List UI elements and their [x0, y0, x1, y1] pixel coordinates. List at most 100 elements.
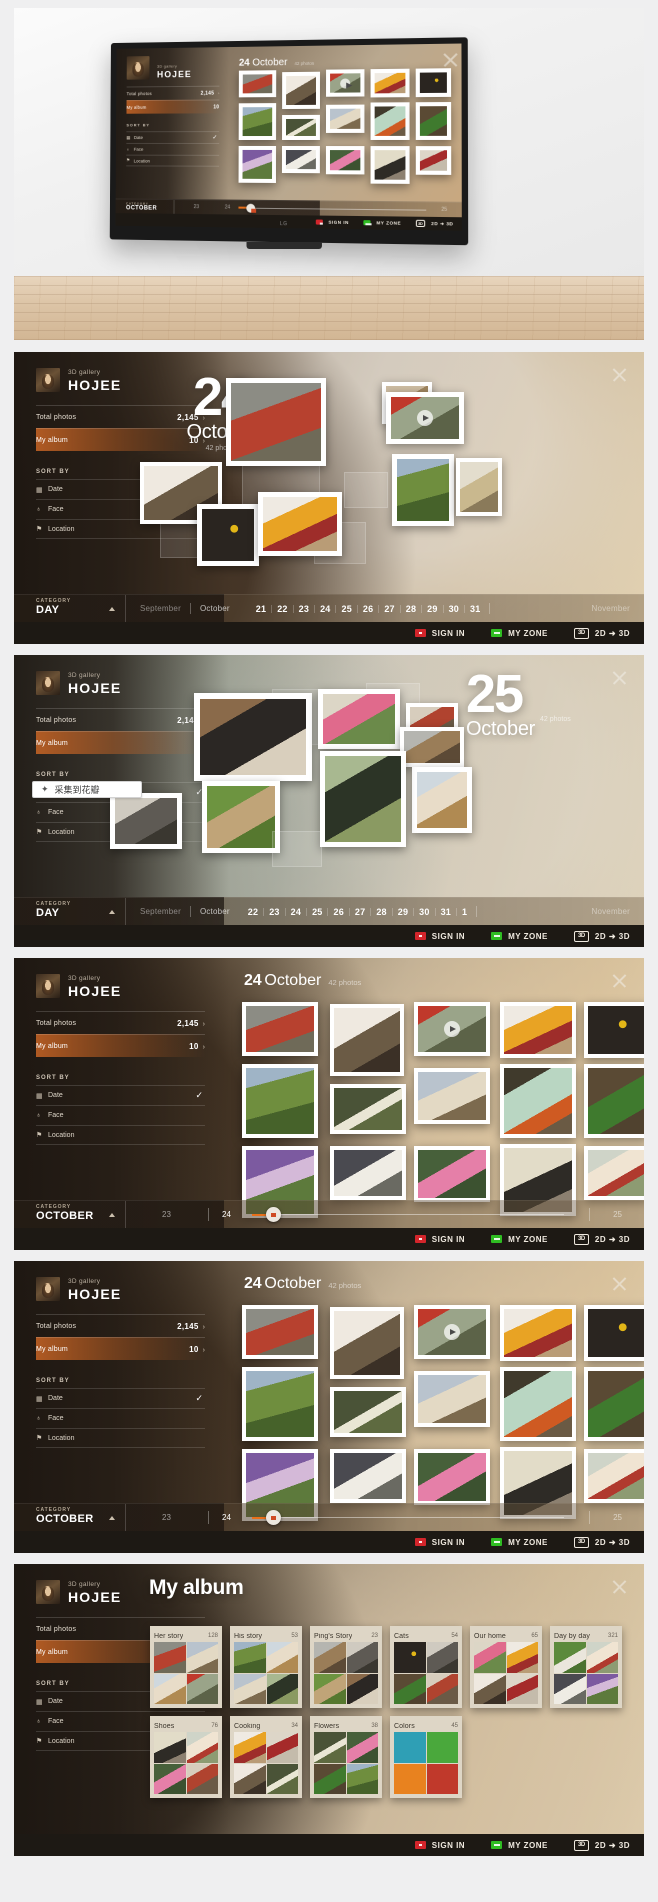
album-card[interactable]: Flowers 38 [310, 1716, 382, 1798]
mode-toggle-button[interactable]: 3D 2D ➜ 3D [573, 1839, 630, 1851]
timeline-day[interactable]: 30 [449, 604, 459, 614]
photo-thumbnail[interactable] [414, 1002, 490, 1056]
timeline-month-current[interactable]: October [200, 907, 230, 916]
tick-mid[interactable]: 24 [222, 1210, 231, 1219]
photo-thumbnail[interactable] [414, 1449, 490, 1505]
album-card[interactable]: Ping's Story 23 [310, 1626, 382, 1708]
sign-in-button[interactable]: SIGN IN [414, 1235, 465, 1244]
timeline-slider-knob[interactable] [246, 203, 256, 213]
my-zone-button[interactable]: MY ZONE [491, 629, 548, 638]
photo-thumbnail[interactable] [238, 103, 277, 141]
sort-option-date[interactable]: ▦ Date ✓ [36, 1085, 205, 1105]
timeline-day[interactable]: 26 [363, 604, 373, 614]
photo-hero[interactable] [194, 693, 312, 781]
photo-thumbnail[interactable] [325, 104, 365, 133]
stat-total-photos[interactable]: Total photos 2,145› [36, 1314, 205, 1337]
timeline-slider[interactable]: 23 24 25 [126, 1504, 644, 1531]
sort-option-location[interactable]: ⚑ Location [126, 154, 220, 167]
photo-thumbnail[interactable] [386, 392, 464, 444]
timeline-slider-knob[interactable] [266, 1207, 281, 1222]
stat-total-photos[interactable]: Total photos 2,145› [126, 85, 220, 101]
photo-thumbnail[interactable] [400, 727, 464, 767]
photo-thumbnail[interactable] [238, 70, 277, 98]
photo-thumbnail[interactable] [500, 1367, 576, 1441]
photo-thumbnail[interactable] [330, 1146, 406, 1200]
timeline-category[interactable]: CATEGORY OCTOBER [115, 199, 175, 214]
photo-thumbnail[interactable] [414, 1371, 490, 1427]
stat-my-album[interactable]: My album 10 [126, 99, 220, 114]
photo-thumbnail[interactable] [415, 68, 452, 98]
photo-thumbnail[interactable] [202, 781, 280, 853]
photo-thumbnail[interactable] [370, 102, 410, 140]
timeline-slider-knob[interactable] [266, 1510, 281, 1525]
timeline-day[interactable]: 31 [441, 907, 451, 917]
photo-thumbnail[interactable] [110, 793, 182, 849]
tick-mid[interactable]: 24 [222, 1513, 231, 1522]
timeline-month-prev[interactable]: September [140, 604, 181, 613]
timeline-category[interactable]: CATEGORY OCTOBER [14, 1201, 126, 1228]
timeline-scale[interactable]: September October 22 23 24 25 26 27 28 2… [126, 898, 644, 925]
timeline-category[interactable]: CATEGORY DAY [14, 898, 126, 925]
photo-thumbnail[interactable] [414, 1068, 490, 1124]
timeline-day[interactable]: 23 [269, 907, 279, 917]
timeline-day[interactable]: 29 [427, 604, 437, 614]
album-card[interactable]: Cats 54 [390, 1626, 462, 1708]
album-card[interactable]: Shoes 76 [150, 1716, 222, 1798]
timeline-month-next[interactable]: November [591, 604, 630, 613]
stat-my-album[interactable]: My album 10› [36, 1337, 205, 1360]
timeline-day[interactable]: 1 [462, 907, 467, 917]
close-icon[interactable] [611, 972, 628, 989]
album-card[interactable]: Cooking 34 [230, 1716, 302, 1798]
photo-thumbnail[interactable] [392, 454, 454, 526]
photo-thumbnail[interactable] [414, 1305, 490, 1359]
photo-hero[interactable] [226, 378, 326, 466]
photo-thumbnail[interactable] [242, 1367, 318, 1441]
photo-placeholder[interactable] [344, 472, 388, 508]
timeline-bar[interactable]: CATEGORY DAY September October 21 22 23 … [14, 594, 644, 622]
stat-my-album[interactable]: My album 10› [36, 1034, 205, 1057]
sort-option-location[interactable]: ⚑ Location [36, 1428, 205, 1448]
album-card[interactable]: Day by day 321 [550, 1626, 622, 1708]
stat-total-photos[interactable]: Total photos 2,145› [36, 1011, 205, 1034]
photo-thumbnail[interactable] [584, 1146, 644, 1200]
close-icon[interactable] [611, 1275, 628, 1292]
photo-thumbnail[interactable] [197, 504, 259, 566]
photo-thumbnail[interactable] [326, 69, 365, 97]
photo-thumbnail[interactable] [325, 146, 365, 175]
timeline-day[interactable]: 26 [333, 907, 343, 917]
photo-thumbnail[interactable] [242, 1305, 318, 1359]
timeline-bar[interactable]: CATEGORY DAY September October 22 23 24 … [14, 897, 644, 925]
sort-option-face[interactable]: ♁ Face [36, 1105, 205, 1125]
sort-option-face[interactable]: ♁ Face [126, 142, 220, 155]
photo-thumbnail[interactable] [242, 1002, 318, 1056]
my-zone-button[interactable]: MY ZONE [491, 1235, 548, 1244]
photo-thumbnail[interactable] [242, 1064, 318, 1138]
photo-thumbnail[interactable] [415, 146, 452, 175]
photo-thumbnail[interactable] [500, 1002, 576, 1058]
timeline-day[interactable]: 27 [355, 907, 365, 917]
photo-thumbnail[interactable] [282, 71, 321, 110]
sort-option-location[interactable]: ⚑ Location [36, 1125, 205, 1145]
photo-thumbnail[interactable] [370, 68, 410, 98]
timeline-day[interactable]: 21 [256, 604, 266, 614]
timeline-day[interactable]: 31 [470, 604, 480, 614]
sort-option-date[interactable]: ▦ Date ✓ [126, 131, 220, 143]
tick-right[interactable]: 25 [613, 1513, 622, 1522]
photo-placeholder[interactable] [272, 831, 322, 867]
album-card[interactable]: Our home 65 [470, 1626, 542, 1708]
photo-thumbnail[interactable] [318, 689, 400, 749]
timeline-day[interactable]: 25 [341, 604, 351, 614]
sign-in-button[interactable]: SIGN IN [414, 1841, 465, 1850]
photo-thumbnail[interactable] [584, 1064, 644, 1138]
timeline-month-next[interactable]: November [591, 907, 630, 916]
photo-thumbnail[interactable] [584, 1305, 644, 1361]
mode-toggle-button[interactable]: 3D 2D ➜ 3D [573, 930, 630, 942]
photo-thumbnail[interactable] [258, 492, 342, 556]
sort-option-face[interactable]: ♁ Face [36, 1408, 205, 1428]
timeline-scale[interactable]: September October 21 22 23 24 25 26 27 2… [126, 595, 644, 622]
photo-thumbnail[interactable] [330, 1307, 404, 1379]
timeline-day[interactable]: 30 [419, 907, 429, 917]
timeline-day[interactable]: 27 [384, 604, 394, 614]
my-zone-button[interactable]: MY ZONE [491, 1841, 548, 1850]
album-card[interactable]: Her story 128 [150, 1626, 222, 1708]
